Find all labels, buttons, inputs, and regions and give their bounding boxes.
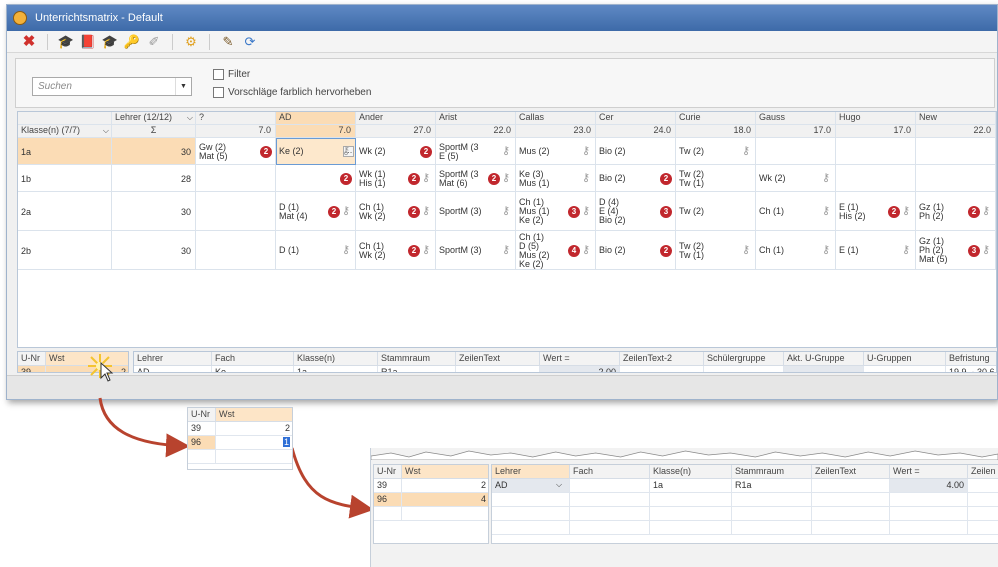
empty-cell[interactable]: [570, 493, 650, 507]
empty-cell[interactable]: [188, 450, 216, 464]
chevron-down-icon[interactable]: ⌵: [556, 480, 562, 490]
empty-cell[interactable]: [732, 521, 812, 535]
detail-cell[interactable]: [570, 479, 650, 493]
cell-unr[interactable]: 39: [374, 479, 402, 493]
cell-wst[interactable]: 4: [402, 493, 488, 507]
empty-cell[interactable]: [570, 521, 650, 535]
col-header[interactable]: Fach: [570, 465, 650, 479]
zoom-table-1: U-Nr Wst 39 2 96 1: [187, 407, 293, 470]
detail-cell[interactable]: R1a: [732, 479, 812, 493]
col-header[interactable]: Lehrer: [492, 465, 570, 479]
detail-cell[interactable]: 4.00: [890, 479, 968, 493]
empty-cell[interactable]: [216, 450, 292, 464]
empty-cell[interactable]: [890, 507, 968, 521]
empty-cell[interactable]: [492, 493, 570, 507]
zoom2-main-table: Lehrer AD ⌵ Fach Klasse(n) 1a Stammraum R1a Zeil…: [491, 464, 998, 544]
detail-cell[interactable]: [968, 479, 998, 493]
empty-cell[interactable]: [890, 493, 968, 507]
empty-cell[interactable]: [968, 521, 998, 535]
empty-cell[interactable]: [968, 507, 998, 521]
empty-cell[interactable]: [968, 493, 998, 507]
empty-cell[interactable]: [570, 507, 650, 521]
col-header[interactable]: Stammraum: [732, 465, 812, 479]
empty-cell[interactable]: [732, 507, 812, 521]
empty-cell[interactable]: [492, 521, 570, 535]
col-header-unr[interactable]: U-Nr: [374, 465, 402, 479]
arrow-to-zoom1: [98, 397, 190, 458]
col-header[interactable]: Zeilen: [968, 465, 998, 479]
cell-unr[interactable]: 96: [374, 493, 402, 507]
empty-cell[interactable]: [650, 493, 732, 507]
cell-unr[interactable]: 39: [188, 422, 216, 436]
zoom2-left-table: U-Nr Wst 39 2 96 4: [373, 464, 489, 544]
empty-cell[interactable]: [890, 521, 968, 535]
empty-cell[interactable]: [374, 507, 402, 521]
cell-wst[interactable]: 2: [216, 422, 292, 436]
empty-cell[interactable]: [492, 507, 570, 521]
edit-caret-value: 1: [282, 437, 290, 447]
empty-cell[interactable]: [650, 521, 732, 535]
empty-cell[interactable]: [402, 507, 488, 521]
empty-cell[interactable]: [812, 507, 890, 521]
col-header-wst[interactable]: Wst: [402, 465, 488, 479]
empty-cell[interactable]: [812, 493, 890, 507]
detail-cell[interactable]: [812, 479, 890, 493]
col-header-unr[interactable]: U-Nr: [188, 408, 216, 422]
cell-wst[interactable]: 2: [402, 479, 488, 493]
col-header-wst[interactable]: Wst: [216, 408, 292, 422]
col-header[interactable]: Wert =: [890, 465, 968, 479]
torn-edge: [371, 450, 998, 460]
empty-cell[interactable]: [650, 507, 732, 521]
zoom-panel-2: U-Nr Wst 39 2 96 4 Lehrer AD ⌵ Fach Klasse(n…: [370, 448, 998, 567]
empty-cell[interactable]: [812, 521, 890, 535]
arrow-to-zoom2: [290, 447, 374, 519]
col-header[interactable]: ZeilenText: [812, 465, 890, 479]
detail-cell[interactable]: 1a: [650, 479, 732, 493]
cell-wst-editing[interactable]: 1: [216, 436, 292, 450]
cell-unr[interactable]: 96: [188, 436, 216, 450]
empty-cell[interactable]: [732, 493, 812, 507]
col-header[interactable]: Klasse(n): [650, 465, 732, 479]
